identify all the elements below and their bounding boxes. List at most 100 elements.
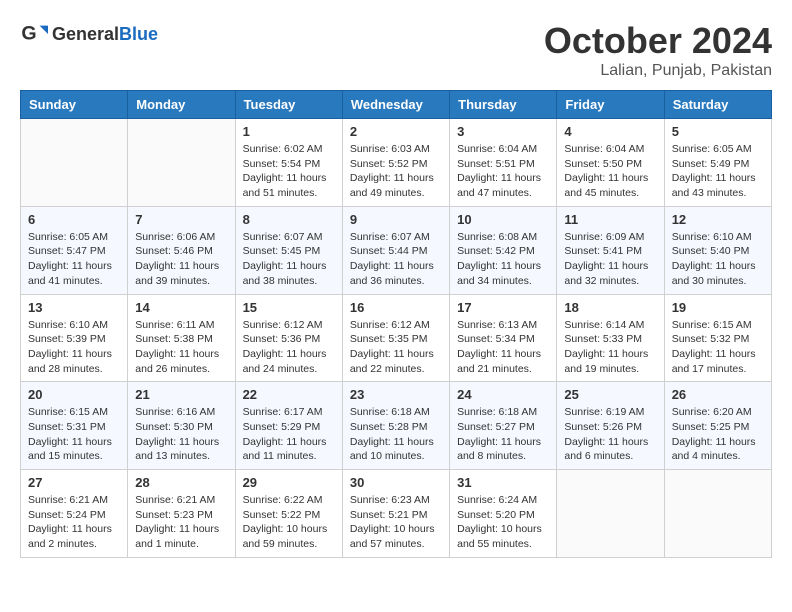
day-number: 10 <box>457 212 549 227</box>
day-info: Sunrise: 6:04 AM Sunset: 5:50 PM Dayligh… <box>564 142 656 201</box>
day-info: Sunrise: 6:13 AM Sunset: 5:34 PM Dayligh… <box>457 318 549 377</box>
day-number: 25 <box>564 387 656 402</box>
calendar-cell: 19Sunrise: 6:15 AM Sunset: 5:32 PM Dayli… <box>664 294 771 382</box>
header-cell-sunday: Sunday <box>21 91 128 119</box>
day-number: 6 <box>28 212 120 227</box>
day-info: Sunrise: 6:08 AM Sunset: 5:42 PM Dayligh… <box>457 230 549 289</box>
day-number: 20 <box>28 387 120 402</box>
day-info: Sunrise: 6:05 AM Sunset: 5:49 PM Dayligh… <box>672 142 764 201</box>
day-info: Sunrise: 6:21 AM Sunset: 5:24 PM Dayligh… <box>28 493 120 552</box>
week-row-1: 1 Sunrise: 6:02 AM Sunset: 5:54 PM Daylig… <box>21 119 772 207</box>
day-number: 17 <box>457 300 549 315</box>
day-info: Sunrise: 6:06 AM Sunset: 5:46 PM Dayligh… <box>135 230 227 289</box>
calendar-cell: 27 Sunrise: 6:21 AM Sunset: 5:24 PM Dayli… <box>21 470 128 558</box>
day-info: Sunrise: 6:09 AM Sunset: 5:41 PM Dayligh… <box>564 230 656 289</box>
calendar-cell: 25Sunrise: 6:19 AM Sunset: 5:26 PM Dayli… <box>557 382 664 470</box>
day-info: Sunrise: 6:12 AM Sunset: 5:36 PM Dayligh… <box>243 318 335 377</box>
calendar-cell: 16 Sunrise: 6:12 AM Sunset: 5:35 PM Dayli… <box>342 294 449 382</box>
day-info: Sunrise: 6:12 AM Sunset: 5:35 PM Dayligh… <box>350 318 442 377</box>
day-number: 21 <box>135 387 227 402</box>
calendar-cell: 29 Sunrise: 6:22 AM Sunset: 5:22 PM Dayli… <box>235 470 342 558</box>
day-number: 22 <box>243 387 335 402</box>
day-info: Sunrise: 6:10 AM Sunset: 5:40 PM Dayligh… <box>672 230 764 289</box>
day-number: 1 <box>243 124 335 139</box>
calendar-cell: 15 Sunrise: 6:12 AM Sunset: 5:36 PM Dayli… <box>235 294 342 382</box>
day-number: 28 <box>135 475 227 490</box>
calendar-cell <box>21 119 128 207</box>
header-cell-wednesday: Wednesday <box>342 91 449 119</box>
day-info: Sunrise: 6:21 AM Sunset: 5:23 PM Dayligh… <box>135 493 227 552</box>
day-number: 9 <box>350 212 442 227</box>
day-info: Sunrise: 6:15 AM Sunset: 5:31 PM Dayligh… <box>28 405 120 464</box>
calendar-cell: 18 Sunrise: 6:14 AM Sunset: 5:33 PM Dayli… <box>557 294 664 382</box>
day-number: 5 <box>672 124 764 139</box>
calendar-cell: 30 Sunrise: 6:23 AM Sunset: 5:21 PM Dayli… <box>342 470 449 558</box>
day-number: 4 <box>564 124 656 139</box>
day-number: 11 <box>564 212 656 227</box>
day-info: Sunrise: 6:04 AM Sunset: 5:51 PM Dayligh… <box>457 142 549 201</box>
location-subtitle: Lalian, Punjab, Pakistan <box>544 62 772 80</box>
logo-icon: G <box>20 20 48 48</box>
day-info: Sunrise: 6:20 AM Sunset: 5:25 PM Dayligh… <box>672 405 764 464</box>
calendar-cell: 13Sunrise: 6:10 AM Sunset: 5:39 PM Dayli… <box>21 294 128 382</box>
page-header: G General Blue October 2024 Lalian, Punj… <box>20 20 772 80</box>
day-number: 14 <box>135 300 227 315</box>
day-number: 8 <box>243 212 335 227</box>
calendar-cell: 6Sunrise: 6:05 AM Sunset: 5:47 PM Daylig… <box>21 206 128 294</box>
day-number: 15 <box>243 300 335 315</box>
day-info: Sunrise: 6:17 AM Sunset: 5:29 PM Dayligh… <box>243 405 335 464</box>
calendar-cell: 31Sunrise: 6:24 AM Sunset: 5:20 PM Dayli… <box>450 470 557 558</box>
day-info: Sunrise: 6:16 AM Sunset: 5:30 PM Dayligh… <box>135 405 227 464</box>
day-info: Sunrise: 6:22 AM Sunset: 5:22 PM Dayligh… <box>243 493 335 552</box>
calendar-table: SundayMondayTuesdayWednesdayThursdayFrid… <box>20 90 772 558</box>
day-info: Sunrise: 6:07 AM Sunset: 5:44 PM Dayligh… <box>350 230 442 289</box>
calendar-cell: 20 Sunrise: 6:15 AM Sunset: 5:31 PM Dayli… <box>21 382 128 470</box>
day-number: 12 <box>672 212 764 227</box>
calendar-cell: 5 Sunrise: 6:05 AM Sunset: 5:49 PM Daylig… <box>664 119 771 207</box>
calendar-cell: 8Sunrise: 6:07 AM Sunset: 5:45 PM Daylig… <box>235 206 342 294</box>
day-number: 26 <box>672 387 764 402</box>
header-cell-saturday: Saturday <box>664 91 771 119</box>
day-number: 29 <box>243 475 335 490</box>
day-number: 30 <box>350 475 442 490</box>
day-number: 23 <box>350 387 442 402</box>
header-cell-friday: Friday <box>557 91 664 119</box>
header-cell-monday: Monday <box>128 91 235 119</box>
day-info: Sunrise: 6:15 AM Sunset: 5:32 PM Dayligh… <box>672 318 764 377</box>
calendar-cell: 4 Sunrise: 6:04 AM Sunset: 5:50 PM Daylig… <box>557 119 664 207</box>
header-cell-thursday: Thursday <box>450 91 557 119</box>
calendar-cell: 10 Sunrise: 6:08 AM Sunset: 5:42 PM Dayli… <box>450 206 557 294</box>
week-row-5: 27 Sunrise: 6:21 AM Sunset: 5:24 PM Dayli… <box>21 470 772 558</box>
calendar-cell: 14 Sunrise: 6:11 AM Sunset: 5:38 PM Dayli… <box>128 294 235 382</box>
calendar-cell <box>557 470 664 558</box>
calendar-cell: 1 Sunrise: 6:02 AM Sunset: 5:54 PM Daylig… <box>235 119 342 207</box>
day-info: Sunrise: 6:14 AM Sunset: 5:33 PM Dayligh… <box>564 318 656 377</box>
day-info: Sunrise: 6:18 AM Sunset: 5:27 PM Dayligh… <box>457 405 549 464</box>
day-number: 7 <box>135 212 227 227</box>
week-row-2: 6Sunrise: 6:05 AM Sunset: 5:47 PM Daylig… <box>21 206 772 294</box>
day-number: 18 <box>564 300 656 315</box>
day-number: 2 <box>350 124 442 139</box>
day-info: Sunrise: 6:11 AM Sunset: 5:38 PM Dayligh… <box>135 318 227 377</box>
logo: G General Blue <box>20 20 158 48</box>
calendar-cell: 28 Sunrise: 6:21 AM Sunset: 5:23 PM Dayli… <box>128 470 235 558</box>
calendar-cell: 23 Sunrise: 6:18 AM Sunset: 5:28 PM Dayli… <box>342 382 449 470</box>
day-info: Sunrise: 6:18 AM Sunset: 5:28 PM Dayligh… <box>350 405 442 464</box>
day-info: Sunrise: 6:10 AM Sunset: 5:39 PM Dayligh… <box>28 318 120 377</box>
day-info: Sunrise: 6:23 AM Sunset: 5:21 PM Dayligh… <box>350 493 442 552</box>
day-number: 3 <box>457 124 549 139</box>
day-number: 16 <box>350 300 442 315</box>
week-row-4: 20 Sunrise: 6:15 AM Sunset: 5:31 PM Dayli… <box>21 382 772 470</box>
calendar-body: 1 Sunrise: 6:02 AM Sunset: 5:54 PM Daylig… <box>21 119 772 558</box>
calendar-cell: 9 Sunrise: 6:07 AM Sunset: 5:44 PM Daylig… <box>342 206 449 294</box>
header-row: SundayMondayTuesdayWednesdayThursdayFrid… <box>21 91 772 119</box>
header-cell-tuesday: Tuesday <box>235 91 342 119</box>
day-number: 24 <box>457 387 549 402</box>
day-info: Sunrise: 6:03 AM Sunset: 5:52 PM Dayligh… <box>350 142 442 201</box>
day-number: 27 <box>28 475 120 490</box>
calendar-cell: 24 Sunrise: 6:18 AM Sunset: 5:27 PM Dayli… <box>450 382 557 470</box>
day-info: Sunrise: 6:02 AM Sunset: 5:54 PM Dayligh… <box>243 142 335 201</box>
calendar-cell: 7 Sunrise: 6:06 AM Sunset: 5:46 PM Daylig… <box>128 206 235 294</box>
calendar-cell: 3 Sunrise: 6:04 AM Sunset: 5:51 PM Daylig… <box>450 119 557 207</box>
week-row-3: 13Sunrise: 6:10 AM Sunset: 5:39 PM Dayli… <box>21 294 772 382</box>
